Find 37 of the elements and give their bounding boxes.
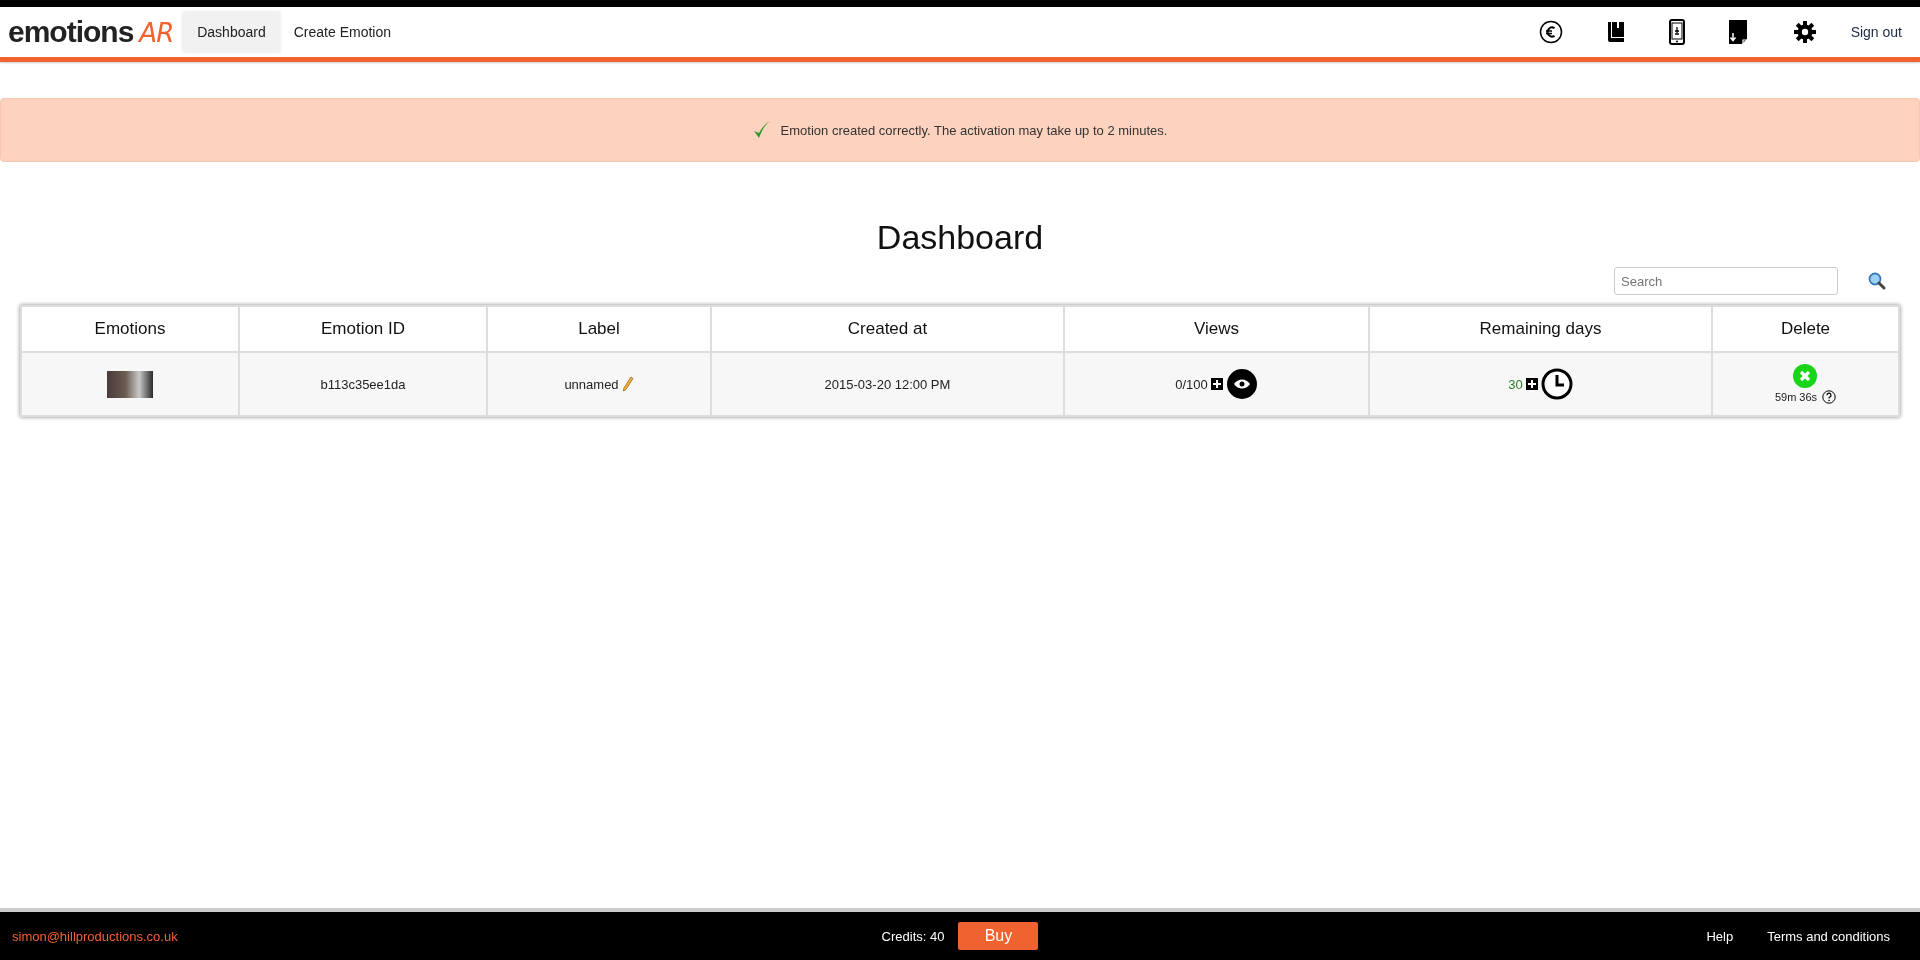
- plus-icon[interactable]: [1210, 378, 1223, 390]
- column-header: Emotions: [21, 306, 239, 352]
- created-at-cell: 2015-03-20 12:00 PM: [711, 352, 1064, 416]
- column-header: Delete: [1712, 306, 1899, 352]
- label-text: unnamed: [564, 376, 619, 392]
- page-title: Dashboard: [875, 218, 1045, 257]
- search-field[interactable]: Search: [1614, 267, 1838, 295]
- user-email: simon@hillproductions.co.uk: [12, 928, 179, 944]
- remaining-days-count: 30: [1508, 376, 1523, 392]
- download-document-icon[interactable]: [1728, 20, 1749, 44]
- footer-link[interactable]: Help: [1706, 928, 1734, 944]
- column-header: Created at: [711, 306, 1064, 352]
- euro-icon[interactable]: [1538, 20, 1563, 44]
- footer-link[interactable]: Terms and conditions: [1767, 928, 1890, 944]
- sign-out-link[interactable]: Sign out: [1850, 24, 1902, 40]
- help-icon[interactable]: [1822, 390, 1837, 404]
- nav-tab[interactable]: Dashboard: [183, 12, 280, 52]
- settings-icon[interactable]: [1792, 20, 1817, 44]
- alert-message: Emotion created correctly. The activation may take up to 2 minutes.: [780, 122, 1168, 138]
- phone-icon[interactable]: [1668, 19, 1685, 45]
- photo-placeholder: [107, 370, 153, 398]
- brand-logo[interactable]: emotions AR: [8, 15, 174, 49]
- plus-icon[interactable]: [1525, 378, 1538, 390]
- clock-icon[interactable]: [1540, 368, 1573, 400]
- column-header: Views: [1064, 306, 1369, 352]
- credits-text: Credits: 40: [881, 928, 945, 944]
- views-count: 0/100: [1175, 376, 1208, 392]
- column-header: Remaining days: [1369, 306, 1712, 352]
- delete-timer: 59m 36s: [1774, 391, 1818, 403]
- pencil-icon[interactable]: [621, 376, 634, 393]
- column-header: Label: [487, 306, 711, 352]
- search-icon[interactable]: [1868, 272, 1886, 290]
- nav-tab[interactable]: Create Emotion: [279, 12, 405, 52]
- emotion-id-cell: b113c35ee1da: [239, 352, 487, 416]
- book-icon[interactable]: [1606, 21, 1625, 43]
- column-header: Emotion ID: [239, 306, 487, 352]
- eye-icon[interactable]: [1225, 368, 1258, 400]
